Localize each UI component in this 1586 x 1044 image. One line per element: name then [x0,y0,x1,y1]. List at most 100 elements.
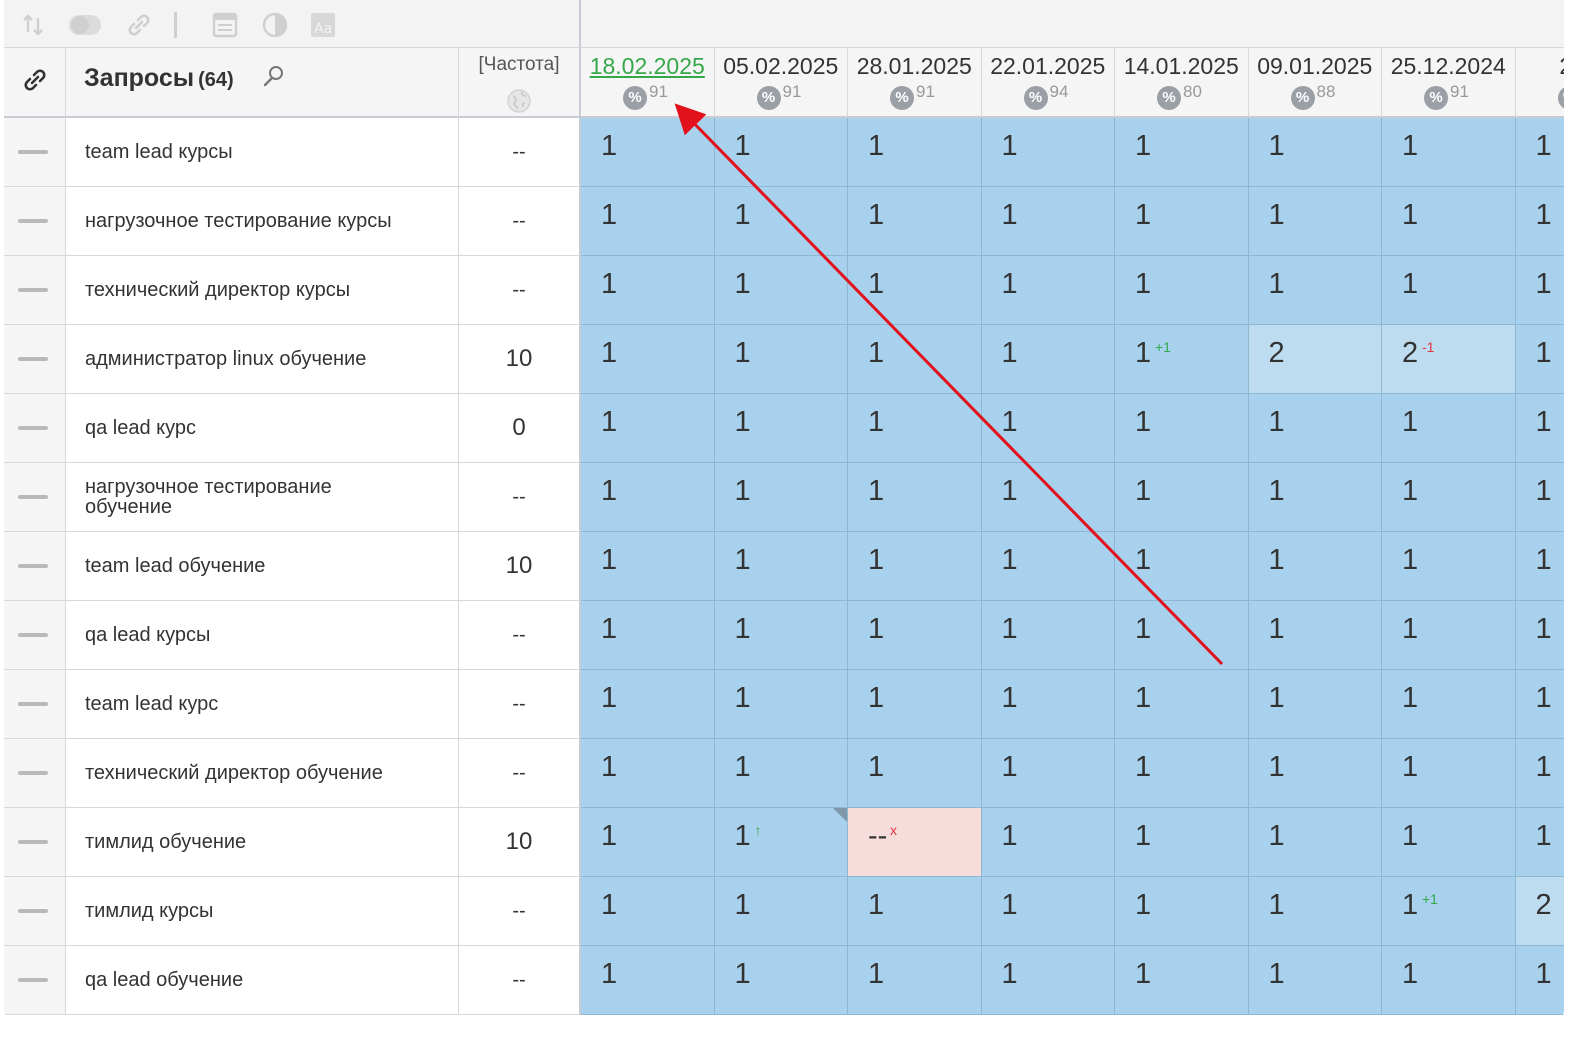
date-column-header[interactable]: 14.01.2025% 80 [1115,48,1249,118]
position-cell[interactable]: 1 [1382,808,1516,877]
position-cell[interactable]: 1 [1115,877,1249,946]
position-cell[interactable]: 1 [1115,670,1249,739]
unlink-dash-icon[interactable] [18,564,48,568]
position-cell[interactable]: 1 [848,187,982,256]
position-cell[interactable]: 1 [1248,187,1382,256]
row-link-toggle[interactable] [4,463,66,532]
note-corner-marker[interactable] [833,808,847,822]
date-label[interactable]: 25.12.2024 [1382,53,1515,80]
frequency-column-header[interactable]: [Частота] [459,48,581,118]
position-cell[interactable]: 2 [1515,877,1564,946]
position-cell[interactable]: 1 [581,877,715,946]
date-column-header[interactable]: 20.1% [1515,48,1564,118]
position-cell[interactable]: 1 [848,739,982,808]
position-cell[interactable]: 1 [714,670,848,739]
query-column-header[interactable]: Запросы (64) [66,48,459,118]
position-cell[interactable]: 1 [714,394,848,463]
position-cell[interactable]: 1 [1115,256,1249,325]
position-cell[interactable]: 1 [714,187,848,256]
position-cell[interactable]: 1 [714,877,848,946]
row-link-toggle[interactable] [4,394,66,463]
position-cell[interactable]: 1 [1382,532,1516,601]
date-label[interactable]: 05.02.2025 [715,53,848,80]
position-cell[interactable]: 1 [581,532,715,601]
position-cell[interactable]: 1 [1382,601,1516,670]
date-column-header[interactable]: 09.01.2025% 88 [1248,48,1382,118]
position-cell[interactable]: 1 [981,877,1115,946]
position-cell[interactable]: 1 [1248,670,1382,739]
position-cell[interactable]: 1 [981,394,1115,463]
position-cell[interactable]: 1 [581,601,715,670]
position-cell[interactable]: 1 [1515,670,1564,739]
search-icon[interactable] [262,64,286,93]
position-cell[interactable]: 1 [1115,601,1249,670]
position-cell[interactable]: 1 [981,532,1115,601]
position-cell[interactable]: 1 [1115,808,1249,877]
row-link-toggle[interactable] [4,808,66,877]
position-cell[interactable]: 1 [714,118,848,187]
position-cell[interactable]: 1 [1115,463,1249,532]
unlink-dash-icon[interactable] [18,633,48,637]
query-text[interactable]: технический директор обучение [66,739,459,808]
date-column-header[interactable]: 28.01.2025% 91 [848,48,982,118]
position-cell[interactable]: 1 [714,256,848,325]
position-cell[interactable]: 1 ↑ [714,808,848,877]
unlink-dash-icon[interactable] [18,426,48,430]
position-cell[interactable]: 1 [848,463,982,532]
query-text[interactable]: администратор linux обучение [66,325,459,394]
toggle-icon[interactable] [68,12,102,38]
position-cell[interactable]: 1 [1382,118,1516,187]
query-text[interactable]: нагрузочное тестирование курсы [66,187,459,256]
position-cell[interactable]: 1 [1248,601,1382,670]
position-cell[interactable]: 1 [581,946,715,1015]
unlink-dash-icon[interactable] [18,357,48,361]
position-cell[interactable]: 1 [714,463,848,532]
position-cell[interactable]: 1 [848,670,982,739]
query-text[interactable]: qa lead курс [66,394,459,463]
date-column-header[interactable]: 05.02.2025% 91 [714,48,848,118]
position-cell[interactable]: 1 [581,187,715,256]
position-cell[interactable]: 1 [848,532,982,601]
date-label[interactable]: 22.01.2025 [982,53,1115,80]
position-cell[interactable]: 1 [1515,118,1564,187]
position-cell[interactable]: 1 +1 [1382,877,1516,946]
query-text[interactable]: технический директор курсы [66,256,459,325]
row-link-toggle[interactable] [4,946,66,1015]
position-cell[interactable]: 1 [981,256,1115,325]
position-cell[interactable]: 1 [981,325,1115,394]
position-cell[interactable]: 1 [1515,808,1564,877]
position-cell[interactable]: 1 [1382,739,1516,808]
position-cell[interactable]: 1 [1382,394,1516,463]
position-cell[interactable]: 1 +1 [1115,325,1249,394]
position-cell[interactable]: 1 [1382,463,1516,532]
link-icon[interactable] [21,66,49,99]
position-cell[interactable]: 1 [981,187,1115,256]
position-cell[interactable]: 1 [848,946,982,1015]
position-cell[interactable]: 1 [1515,463,1564,532]
date-label[interactable]: 09.01.2025 [1249,53,1382,80]
unlink-dash-icon[interactable] [18,288,48,292]
query-text[interactable]: qa lead обучение [66,946,459,1015]
unlink-dash-icon[interactable] [18,771,48,775]
position-cell[interactable]: 1 [1515,946,1564,1015]
row-link-toggle[interactable] [4,325,66,394]
position-cell[interactable]: 1 [714,532,848,601]
row-link-toggle[interactable] [4,187,66,256]
position-cell[interactable]: 1 [1248,463,1382,532]
position-cell[interactable]: 1 [848,877,982,946]
position-cell[interactable]: 1 [1115,532,1249,601]
date-column-header[interactable]: 22.01.2025% 94 [981,48,1115,118]
link-icon[interactable] [124,12,154,38]
position-cell[interactable]: 2 -1 [1382,325,1516,394]
active-date-link[interactable]: 18.02.2025 [581,53,714,80]
position-cell[interactable]: 1 [1248,394,1382,463]
position-cell[interactable]: 1 [1515,739,1564,808]
unlink-dash-icon[interactable] [18,840,48,844]
position-cell[interactable]: 1 [1248,808,1382,877]
query-text[interactable]: тимлид обучение [66,808,459,877]
window-icon[interactable] [210,12,240,38]
position-cell[interactable]: 1 [714,601,848,670]
unlink-dash-icon[interactable] [18,495,48,499]
position-cell[interactable]: 1 [848,601,982,670]
row-link-toggle[interactable] [4,256,66,325]
